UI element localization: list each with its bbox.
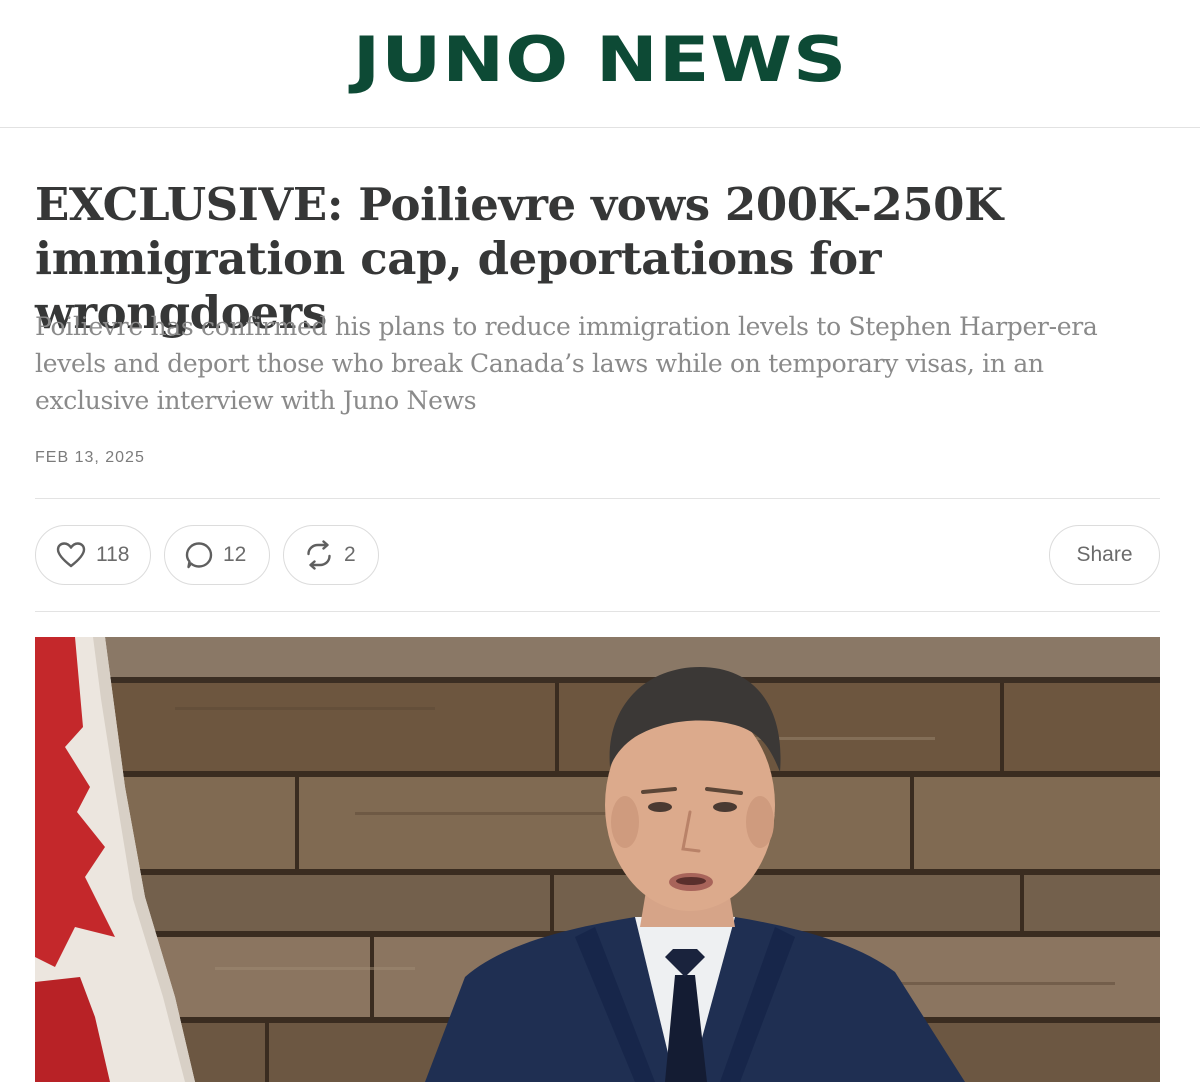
like-button[interactable]: 118 bbox=[35, 525, 151, 585]
restack-button[interactable]: 2 bbox=[283, 525, 379, 585]
comment-count: 12 bbox=[223, 543, 247, 566]
masthead: JUNO NEWS bbox=[0, 0, 1200, 128]
share-button[interactable]: Share bbox=[1049, 525, 1160, 585]
like-count: 118 bbox=[96, 543, 130, 566]
comment-button[interactable]: 12 bbox=[164, 525, 270, 585]
speech-bubble-icon bbox=[185, 541, 213, 569]
article-subtitle: Poilievre has confirmed his plans to red… bbox=[35, 312, 1098, 415]
restack-count: 2 bbox=[344, 543, 356, 566]
site-logo[interactable]: JUNO NEWS bbox=[353, 28, 848, 90]
hero-image bbox=[35, 637, 1160, 1082]
share-label: Share bbox=[1076, 543, 1133, 566]
divider-top bbox=[35, 498, 1160, 499]
page: JUNO NEWS EXCLUSIVE: Poilievre vows 200K… bbox=[0, 0, 1200, 1082]
restack-arrows-icon bbox=[304, 540, 334, 570]
divider-bottom bbox=[35, 611, 1160, 612]
article-date: FEB 13, 2025 bbox=[35, 449, 145, 466]
heart-icon bbox=[56, 541, 86, 569]
